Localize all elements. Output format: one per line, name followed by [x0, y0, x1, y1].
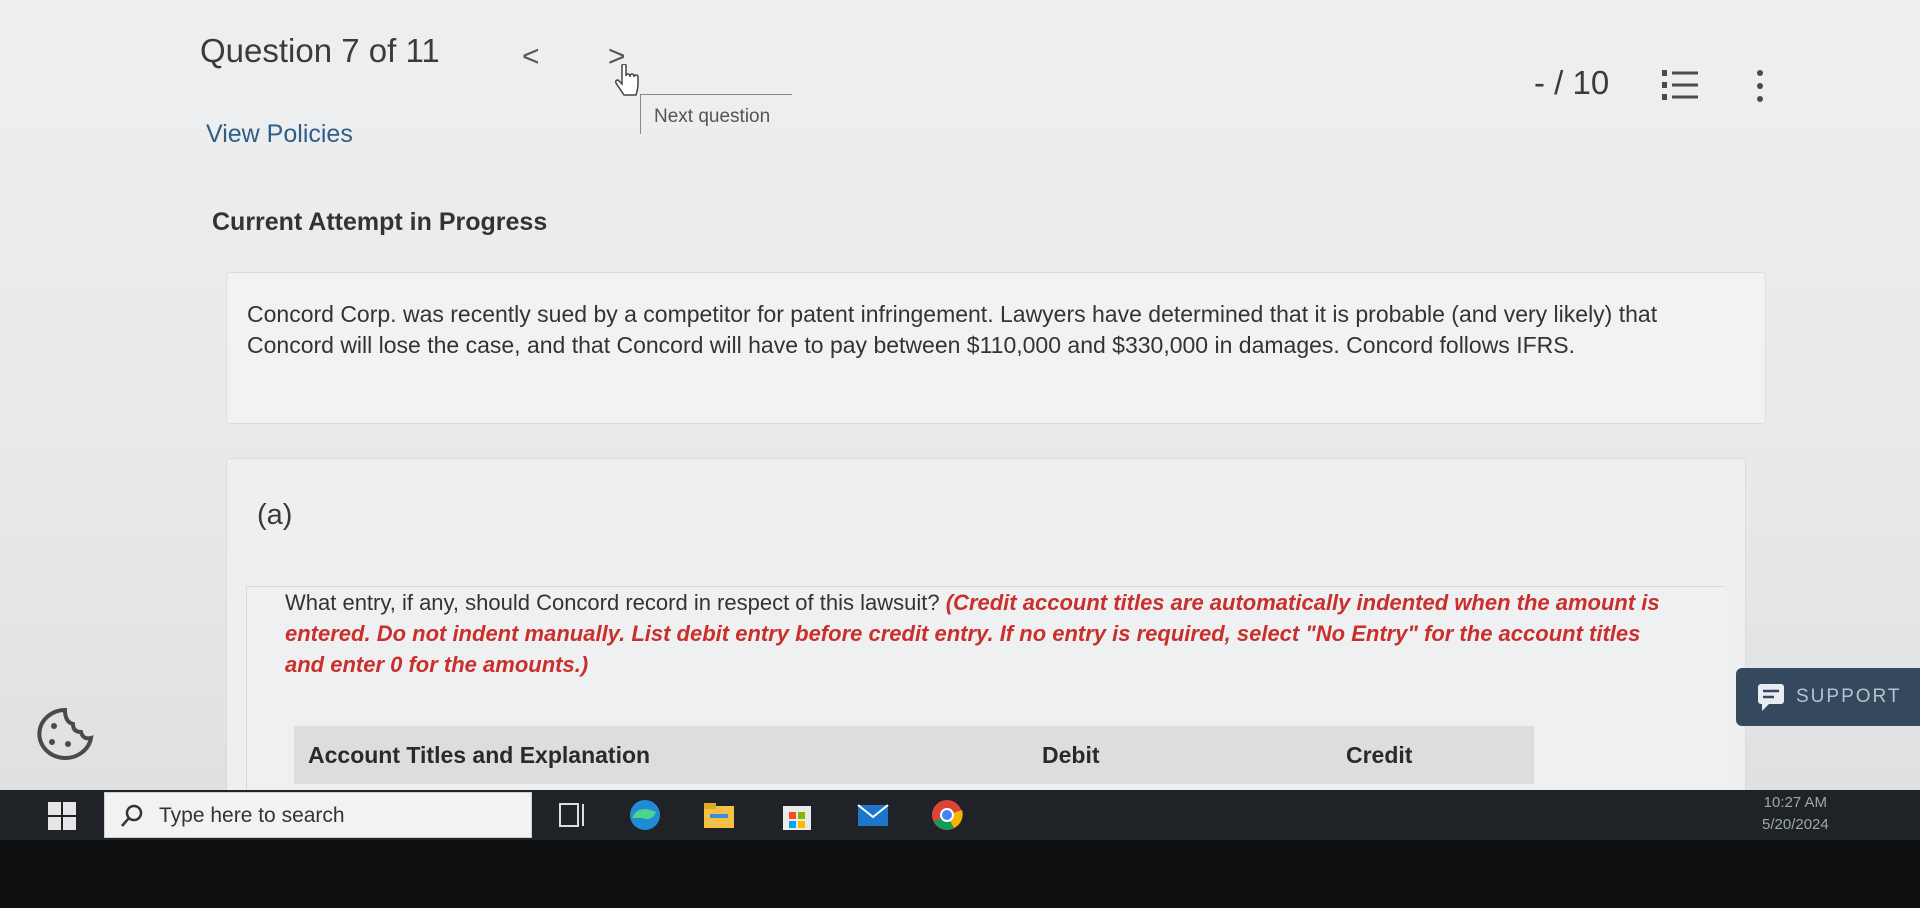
numbered-list-icon[interactable]: [1660, 68, 1700, 102]
tooltip-divider: [640, 94, 641, 134]
previous-question-button[interactable]: <: [522, 40, 540, 74]
edge-icon[interactable]: [628, 798, 662, 832]
support-chat-icon: [1758, 684, 1784, 711]
view-policies-link[interactable]: View Policies: [206, 120, 353, 149]
instruction-question: What entry, if any, should Concord recor…: [285, 590, 940, 615]
search-icon: [121, 804, 143, 827]
store-icon[interactable]: [780, 798, 814, 832]
windows-start-icon[interactable]: [48, 802, 76, 830]
question-counter: Question 7 of 11: [200, 32, 440, 69]
cookie-icon[interactable]: [30, 706, 100, 762]
journal-table-header: Account Titles and Explanation Debit Cre…: [294, 726, 1534, 784]
question-panel: Concord Corp. was recently sued by a com…: [226, 272, 1766, 424]
column-debit: Debit: [1042, 742, 1100, 768]
mail-icon[interactable]: [856, 798, 890, 832]
question-text: Concord Corp. was recently sued by a com…: [247, 301, 1658, 358]
clock-date: 5/20/2024: [1762, 816, 1829, 833]
support-label: SUPPORT: [1796, 686, 1902, 707]
support-button[interactable]: SUPPORT: [1736, 668, 1920, 726]
quiz-page: Question 7 of 11 < > Next question View …: [0, 0, 1920, 798]
instruction-text: What entry, if any, should Concord recor…: [285, 587, 1685, 680]
score-display: - / 10: [1534, 64, 1610, 101]
windows-taskbar: 10:27 AM 5/20/2024: [0, 790, 1920, 840]
more-vertical-icon[interactable]: [1752, 68, 1768, 104]
column-credit: Credit: [1346, 742, 1413, 768]
clock-time: 10:27 AM: [1763, 794, 1828, 811]
chrome-icon[interactable]: [930, 798, 964, 832]
attempt-heading: Current Attempt in Progress: [212, 208, 548, 236]
column-account-titles: Account Titles and Explanation: [308, 742, 651, 768]
file-explorer-icon[interactable]: [702, 798, 736, 832]
taskbar-clock[interactable]: 10:27 AM 5/20/2024: [1762, 792, 1829, 836]
taskbar-search-box[interactable]: [104, 792, 532, 838]
screen-bezel: [0, 840, 1920, 908]
tooltip-border: [640, 94, 792, 95]
next-question-tooltip: Next question: [654, 106, 771, 127]
part-label: (a): [257, 499, 293, 531]
hand-pointer-icon: [615, 64, 639, 96]
task-view-icon[interactable]: [556, 798, 590, 832]
taskbar-search-input[interactable]: [159, 801, 519, 831]
